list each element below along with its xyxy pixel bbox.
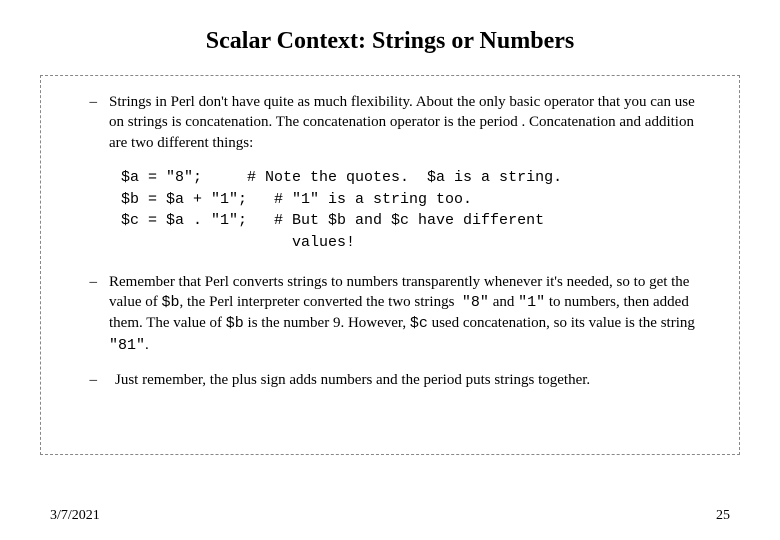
b2-var1: $b bbox=[161, 294, 179, 311]
bullet-dash: – bbox=[71, 370, 109, 390]
b2-mid3: is the number 9. However, bbox=[244, 315, 410, 331]
b2-var3: $c bbox=[410, 315, 428, 332]
footer: 3/7/2021 25 bbox=[50, 508, 730, 524]
bullet-item-3: – Just remember, the plus sign adds numb… bbox=[71, 370, 709, 390]
content-box: – Strings in Perl don't have quite as mu… bbox=[40, 75, 740, 455]
b2-var2: $b bbox=[226, 315, 244, 332]
footer-date: 3/7/2021 bbox=[50, 508, 100, 524]
b2-mid4: used concatenation, so its value is the … bbox=[428, 315, 695, 331]
footer-page: 25 bbox=[716, 508, 730, 524]
slide: Scalar Context: Strings or Numbers – Str… bbox=[0, 0, 780, 540]
b2-end: . bbox=[145, 337, 149, 353]
bullet-item-2: – Remember that Perl converts strings to… bbox=[71, 272, 709, 356]
page-title: Scalar Context: Strings or Numbers bbox=[40, 28, 740, 55]
code-block: $a = "8"; # Note the quotes. $a is a str… bbox=[121, 167, 709, 254]
b2-one: "1" bbox=[518, 294, 545, 311]
b2-eightyone: "81" bbox=[109, 337, 145, 354]
b2-eight: "8" bbox=[462, 294, 489, 311]
b2-mid1: , the Perl interpreter converted the two… bbox=[180, 294, 459, 310]
bullet-dash: – bbox=[71, 272, 109, 356]
b2-and: and bbox=[489, 294, 518, 310]
bullet-text-3: Just remember, the plus sign adds number… bbox=[109, 370, 709, 390]
bullet-dash: – bbox=[71, 92, 109, 153]
bullet-text-2: Remember that Perl converts strings to n… bbox=[109, 272, 709, 356]
bullet-item-1: – Strings in Perl don't have quite as mu… bbox=[71, 92, 709, 153]
bullet-text-1: Strings in Perl don't have quite as much… bbox=[109, 92, 709, 153]
